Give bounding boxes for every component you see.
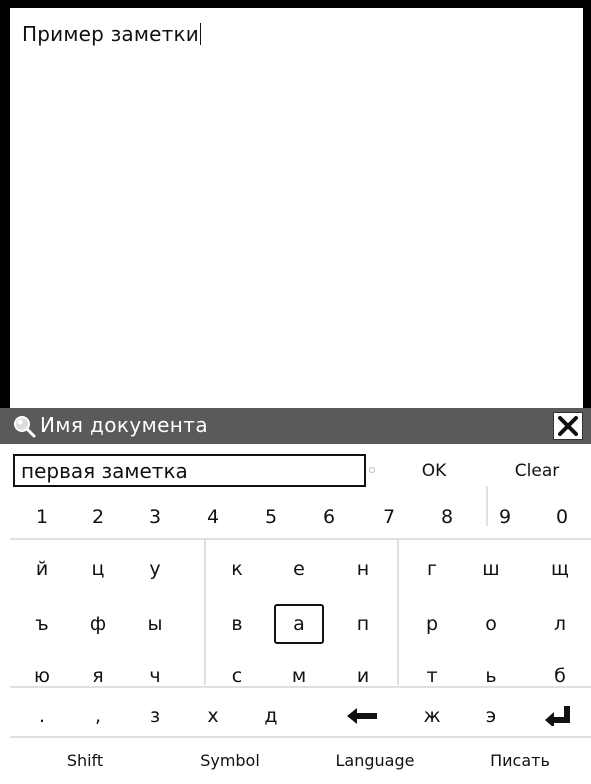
backspace-key[interactable] bbox=[337, 696, 387, 736]
enter-key[interactable] bbox=[533, 696, 583, 736]
key-г[interactable]: г bbox=[407, 549, 457, 589]
document-name-input[interactable] bbox=[13, 454, 366, 487]
divider bbox=[10, 538, 591, 540]
key-5[interactable]: 5 bbox=[246, 497, 296, 537]
key-у[interactable]: у bbox=[130, 549, 180, 589]
key-е[interactable]: е bbox=[274, 549, 324, 589]
key-й[interactable]: й bbox=[17, 549, 67, 589]
key-ч[interactable]: ч bbox=[130, 656, 180, 696]
symbol-button[interactable]: Symbol bbox=[185, 740, 275, 780]
key-н[interactable]: н bbox=[338, 549, 388, 589]
key-х[interactable]: х bbox=[188, 696, 238, 736]
key-0[interactable]: 0 bbox=[537, 497, 587, 537]
enter-return-icon bbox=[545, 706, 570, 726]
key-и[interactable]: и bbox=[338, 656, 388, 696]
key-ю[interactable]: ю bbox=[17, 656, 67, 696]
key-4[interactable]: 4 bbox=[188, 497, 238, 537]
note-text-line[interactable]: Пример заметки bbox=[22, 22, 201, 46]
shift-button[interactable]: Shift bbox=[40, 740, 130, 780]
input-indicator-dot bbox=[369, 467, 375, 473]
text-caret bbox=[200, 23, 201, 45]
key-д[interactable]: д bbox=[246, 696, 296, 736]
key-ж[interactable]: ж bbox=[407, 696, 457, 736]
key-ь[interactable]: ь bbox=[466, 656, 516, 696]
language-button[interactable]: Language bbox=[320, 740, 430, 780]
key-р[interactable]: р bbox=[407, 604, 457, 644]
key-8[interactable]: 8 bbox=[422, 497, 472, 537]
key-ъ[interactable]: ъ bbox=[17, 604, 67, 644]
key-ы[interactable]: ы bbox=[130, 604, 180, 644]
close-button[interactable] bbox=[553, 412, 583, 440]
key-щ[interactable]: щ bbox=[535, 549, 585, 589]
key-ш[interactable]: ш bbox=[466, 549, 516, 589]
dialog-title: Имя документа bbox=[40, 413, 208, 437]
key-comma[interactable]: , bbox=[73, 696, 123, 736]
document-name-dialog: Имя документа OK Clear 1234567890 йцукенг… bbox=[0, 408, 591, 784]
key-б[interactable]: б bbox=[535, 656, 585, 696]
key-period[interactable]: . bbox=[17, 696, 67, 736]
ok-button[interactable]: OK bbox=[382, 454, 486, 488]
key-к[interactable]: к bbox=[212, 549, 262, 589]
divider bbox=[10, 686, 591, 688]
key-з[interactable]: з bbox=[130, 696, 180, 736]
divider bbox=[10, 736, 591, 738]
key-о[interactable]: о bbox=[466, 604, 516, 644]
key-ф[interactable]: ф bbox=[73, 604, 123, 644]
backspace-arrow-icon bbox=[347, 708, 377, 724]
input-row: OK Clear bbox=[0, 444, 591, 526]
key-я[interactable]: я bbox=[73, 656, 123, 696]
key-п[interactable]: п bbox=[338, 604, 388, 644]
key-1[interactable]: 1 bbox=[17, 497, 67, 537]
key-2[interactable]: 2 bbox=[73, 497, 123, 537]
key-м[interactable]: м bbox=[274, 656, 324, 696]
note-text: Пример заметки bbox=[22, 22, 199, 46]
key-9[interactable]: 9 bbox=[480, 497, 530, 537]
note-editor[interactable]: Пример заметки bbox=[10, 8, 583, 408]
divider bbox=[397, 540, 399, 685]
key-э[interactable]: э bbox=[466, 696, 516, 736]
key-т[interactable]: т bbox=[407, 656, 457, 696]
key-а[interactable]: а bbox=[274, 604, 324, 644]
write-button[interactable]: Писать bbox=[465, 740, 575, 780]
search-icon bbox=[12, 414, 36, 438]
key-в[interactable]: в bbox=[212, 604, 262, 644]
key-с[interactable]: с bbox=[212, 656, 262, 696]
clear-button[interactable]: Clear bbox=[487, 454, 587, 488]
key-ц[interactable]: ц bbox=[73, 549, 123, 589]
key-3[interactable]: 3 bbox=[130, 497, 180, 537]
divider bbox=[204, 540, 206, 685]
key-7[interactable]: 7 bbox=[364, 497, 414, 537]
key-6[interactable]: 6 bbox=[304, 497, 354, 537]
close-icon bbox=[558, 416, 578, 436]
dialog-titlebar: Имя документа bbox=[0, 408, 591, 444]
key-л[interactable]: л bbox=[535, 604, 585, 644]
